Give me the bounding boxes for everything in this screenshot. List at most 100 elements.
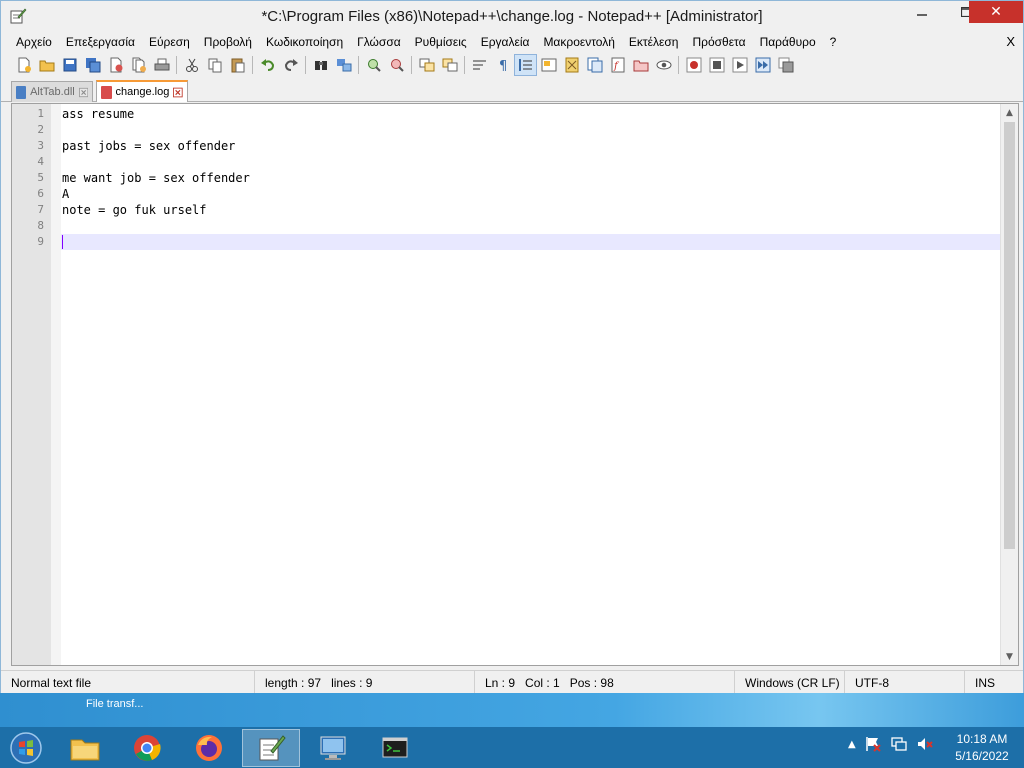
tab-change-log[interactable]: change.log: [96, 80, 188, 102]
show-all-characters-button[interactable]: ¶: [491, 54, 514, 76]
text-caret: [62, 235, 63, 249]
menu-search[interactable]: Εύρεση: [142, 32, 197, 52]
terminal-icon: [382, 737, 408, 758]
menu-language[interactable]: Γλώσσα: [350, 32, 408, 52]
status-position: Ln : 9 Col : 1 Pos : 98: [475, 671, 735, 695]
taskbar-firefox[interactable]: [180, 729, 238, 767]
taskbar-terminal[interactable]: [366, 729, 424, 767]
status-length-lines: length : 97 lines : 9: [255, 671, 475, 695]
menu-file[interactable]: Αρχείο: [9, 32, 59, 52]
find-button[interactable]: [309, 54, 332, 76]
editor-line[interactable]: 2: [12, 122, 1000, 138]
open-file-button[interactable]: [35, 54, 58, 76]
status-insert-mode[interactable]: INS: [965, 671, 1021, 695]
save-macro-button[interactable]: [774, 54, 797, 76]
taskbar-chrome[interactable]: [118, 729, 176, 767]
save-icon: [63, 58, 76, 71]
undo-button[interactable]: [256, 54, 279, 76]
user-defined-language-button[interactable]: [537, 54, 560, 76]
editor-line[interactable]: 1 ass resume: [12, 106, 1000, 122]
editor-line[interactable]: 6A: [12, 186, 1000, 202]
tab-alttab-dll[interactable]: AltTab.dll: [11, 81, 93, 102]
menu-run[interactable]: Εκτέλεση: [622, 32, 686, 52]
record-macro-button[interactable]: [682, 54, 705, 76]
tab-close-icon[interactable]: [173, 87, 183, 98]
menu-view[interactable]: Προβολή: [197, 32, 259, 52]
tab-close-icon[interactable]: [78, 87, 88, 98]
zoom-in-button[interactable]: [362, 54, 385, 76]
taskbar-clock[interactable]: 10:18 AM 5/16/2022: [948, 731, 1016, 765]
play-macro-button[interactable]: [728, 54, 751, 76]
function-list-button[interactable]: f: [606, 54, 629, 76]
windows-logo-icon: [10, 732, 42, 764]
editor-line[interactable]: 3 past jobs = sex offender: [12, 138, 1000, 154]
menu-window[interactable]: Παράθυρο: [753, 32, 823, 52]
indent-guide-button[interactable]: [514, 53, 537, 76]
line-text: ass resume: [62, 107, 135, 121]
print-button[interactable]: [150, 54, 173, 76]
taskbar-remote-desktop[interactable]: [304, 729, 362, 767]
editor-line[interactable]: 7 note = go fuk urself: [12, 202, 1000, 218]
text-editor[interactable]: 1 ass resume 2 3 past jobs = sex offender …: [11, 103, 1019, 666]
monitoring-button[interactable]: [652, 54, 675, 76]
network-icon[interactable]: [890, 735, 908, 753]
stop-macro-button[interactable]: [705, 54, 728, 76]
current-editor-line[interactable]: 9: [37, 234, 1000, 250]
run-macro-multiple-button[interactable]: [751, 54, 774, 76]
action-center-flag-icon[interactable]: [864, 735, 882, 753]
stop-icon: [709, 57, 724, 72]
notepad-plus-plus-icon: [259, 735, 286, 761]
sync-vertical-button[interactable]: [415, 54, 438, 76]
scrollbar-thumb[interactable]: [1004, 122, 1015, 549]
show-hidden-icons-button[interactable]: ▲: [848, 739, 856, 750]
word-wrap-button[interactable]: [468, 54, 491, 76]
menu-edit[interactable]: Επεξεργασία: [59, 32, 142, 52]
folder-as-workspace-button[interactable]: [629, 54, 652, 76]
close-all-button[interactable]: [127, 54, 150, 76]
zoom-out-button[interactable]: [385, 54, 408, 76]
close-document-button[interactable]: X: [1006, 34, 1015, 49]
close-button[interactable]: ✕: [969, 1, 1023, 23]
toolbar: ¶ f: [1, 52, 1023, 77]
taskbar-file-explorer[interactable]: [56, 729, 114, 767]
clock-date: 5/16/2022: [955, 749, 1009, 763]
save-button[interactable]: [58, 54, 81, 76]
editor-line[interactable]: 5 me want job = sex offender: [12, 170, 1000, 186]
new-file-button[interactable]: [12, 54, 35, 76]
menu-settings[interactable]: Ρυθμίσεις: [408, 32, 474, 52]
taskbar-notepad-plus-plus[interactable]: [242, 729, 300, 767]
close-file-button[interactable]: [104, 54, 127, 76]
notification-text[interactable]: File transf...: [86, 698, 143, 710]
editor-line[interactable]: 8: [12, 218, 1000, 234]
menu-encoding[interactable]: Κωδικοποίηση: [259, 32, 350, 52]
editor-line[interactable]: 4: [12, 154, 1000, 170]
cut-button[interactable]: [180, 54, 203, 76]
redo-button[interactable]: [279, 54, 302, 76]
sync-horizontal-button[interactable]: [438, 54, 461, 76]
replace-button[interactable]: [332, 54, 355, 76]
vertical-scrollbar[interactable]: ▲ ▼: [1000, 104, 1018, 665]
status-encoding[interactable]: UTF-8: [845, 671, 965, 695]
menu-plugins[interactable]: Πρόσθετα: [685, 32, 752, 52]
start-button[interactable]: [6, 729, 46, 767]
save-all-button[interactable]: [81, 54, 104, 76]
status-eol[interactable]: Windows (CR LF): [735, 671, 845, 695]
redo-icon: [284, 58, 298, 71]
taskbar: ▲ 10:18 AM 5/16/2022: [0, 727, 1024, 768]
menu-macro[interactable]: Μακροεντολή: [536, 32, 621, 52]
pilcrow-icon: ¶: [499, 59, 507, 73]
document-map-button[interactable]: [560, 54, 583, 76]
scroll-up-button[interactable]: ▲: [1001, 104, 1018, 121]
title-bar[interactable]: *C:\Program Files (x86)\Notepad++\change…: [1, 1, 1023, 32]
menu-bar: Αρχείο Επεξεργασία Εύρεση Προβολή Κωδικο…: [1, 32, 1023, 52]
menu-tools[interactable]: Εργαλεία: [474, 32, 537, 52]
scroll-down-button[interactable]: ▼: [1001, 648, 1018, 665]
paste-button[interactable]: [226, 54, 249, 76]
copy-button[interactable]: [203, 54, 226, 76]
minimize-button[interactable]: [899, 1, 945, 23]
volume-muted-icon[interactable]: [916, 735, 934, 753]
menu-help[interactable]: ?: [823, 32, 844, 52]
document-list-button[interactable]: [583, 54, 606, 76]
line-number: 4: [37, 155, 44, 168]
svg-text:¶: ¶: [499, 59, 507, 73]
